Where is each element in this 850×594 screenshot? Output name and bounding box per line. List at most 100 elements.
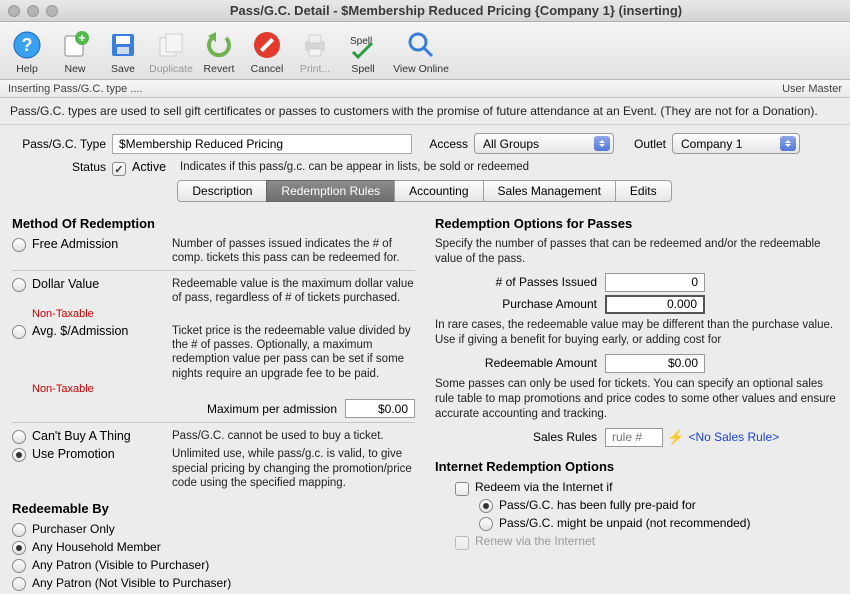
no-sales-rule-link[interactable]: <No Sales Rule> <box>688 430 779 444</box>
info-text: Pass/G.C. types are used to sell gift ce… <box>0 98 850 125</box>
dollar-value-desc: Redeemable value is the maximum dollar v… <box>172 277 415 306</box>
passes-issued-input[interactable] <box>605 273 705 292</box>
svg-text:+: + <box>78 31 85 45</box>
print-button: Print... <box>292 29 338 75</box>
avg-admission-nontax: Non-Taxable <box>32 383 415 395</box>
save-button[interactable]: Save <box>100 29 146 75</box>
dollar-value-nontax: Non-Taxable <box>32 308 415 320</box>
purchase-amount-input[interactable] <box>605 295 705 314</box>
toolbar: ? Help + New Save Duplicate Revert Cance… <box>0 22 850 80</box>
duplicate-icon <box>155 29 187 61</box>
radio-any-household[interactable] <box>12 541 26 555</box>
redemption-options-desc: Specify the number of passes that can be… <box>435 237 838 267</box>
passes-issued-label: # of Passes Issued <box>435 275 605 289</box>
view-online-button[interactable]: View Online <box>388 29 454 75</box>
print-icon <box>299 29 331 61</box>
prepaid-label: Pass/G.C. has been fully pre-paid for <box>499 498 696 512</box>
rare-case-note: In rare cases, the redeemable value may … <box>435 318 838 348</box>
type-label: Pass/G.C. Type <box>12 137 112 151</box>
status-left: Inserting Pass/G.C. type .... <box>8 83 143 95</box>
tab-description[interactable]: Description <box>177 180 267 202</box>
tab-accounting[interactable]: Accounting <box>394 180 483 202</box>
radio-free-admission[interactable] <box>12 238 26 252</box>
tab-edits[interactable]: Edits <box>615 180 672 202</box>
radio-might-be-unpaid[interactable] <box>479 517 493 531</box>
redeemable-amount-input[interactable] <box>605 354 705 373</box>
save-label: Save <box>100 63 146 75</box>
duplicate-label: Duplicate <box>148 63 194 75</box>
status-hint: Indicates if this pass/g.c. can be appea… <box>180 161 529 173</box>
active-checkbox[interactable] <box>112 162 126 176</box>
redeemable-amount-label: Redeemable Amount <box>435 356 605 370</box>
outlet-value: Company 1 <box>681 137 742 151</box>
purchaser-only-label: Purchaser Only <box>32 522 115 536</box>
cancel-button[interactable]: Cancel <box>244 29 290 75</box>
any-patron-visible-label: Any Patron (Visible to Purchaser) <box>32 558 209 572</box>
duplicate-button: Duplicate <box>148 29 194 75</box>
free-admission-desc: Number of passes issued indicates the # … <box>172 237 415 266</box>
new-button[interactable]: + New <box>52 29 98 75</box>
view-online-icon <box>405 29 437 61</box>
status-right: User Master <box>782 83 842 95</box>
status-bar: Inserting Pass/G.C. type .... User Maste… <box>0 80 850 98</box>
chevron-updown-icon <box>594 136 610 151</box>
internet-redemption-title: Internet Redemption Options <box>435 459 838 474</box>
window-title: Pass/G.C. Detail - $Membership Reduced P… <box>70 3 842 18</box>
sales-rules-input[interactable] <box>605 428 663 447</box>
revert-label: Revert <box>196 63 242 75</box>
use-promotion-label: Use Promotion <box>32 447 172 461</box>
cant-buy-label: Can't Buy A Thing <box>32 429 172 443</box>
new-label: New <box>52 63 98 75</box>
active-label: Active <box>132 160 166 174</box>
cancel-icon <box>251 29 283 61</box>
spell-label: Spell <box>340 63 386 75</box>
help-button[interactable]: ? Help <box>4 29 50 75</box>
tab-bar: Description Redemption Rules Accounting … <box>12 180 838 202</box>
tab-redemption-rules[interactable]: Redemption Rules <box>266 180 395 202</box>
access-value: All Groups <box>483 137 539 151</box>
renew-via-internet-label: Renew via the Internet <box>475 534 595 548</box>
dollar-value-label: Dollar Value <box>32 277 172 291</box>
radio-purchaser-only[interactable] <box>12 523 26 537</box>
radio-avg-admission[interactable] <box>12 325 26 339</box>
close-window-button[interactable] <box>8 5 20 17</box>
redeem-via-internet-checkbox[interactable] <box>455 482 469 496</box>
sales-rules-note: Some passes can only be used for tickets… <box>435 377 838 422</box>
avg-admission-label: Avg. $/Admission <box>32 324 172 338</box>
help-icon: ? <box>11 29 43 61</box>
max-per-admission-input[interactable] <box>345 399 415 418</box>
spell-button[interactable]: Spell Spell <box>340 29 386 75</box>
radio-any-patron-visible[interactable] <box>12 559 26 573</box>
tab-sales-management[interactable]: Sales Management <box>483 180 616 202</box>
radio-cant-buy[interactable] <box>12 430 26 444</box>
window-titlebar: Pass/G.C. Detail - $Membership Reduced P… <box>0 0 850 22</box>
revert-button[interactable]: Revert <box>196 29 242 75</box>
method-of-redemption-title: Method Of Redemption <box>12 216 415 231</box>
view-online-label: View Online <box>388 63 454 75</box>
print-label: Print... <box>292 63 338 75</box>
minimize-window-button[interactable] <box>27 5 39 17</box>
save-icon <box>107 29 139 61</box>
chevron-updown-icon <box>780 136 796 151</box>
new-icon: + <box>59 29 91 61</box>
access-label: Access <box>412 137 474 151</box>
revert-icon <box>203 29 235 61</box>
type-input[interactable] <box>112 134 412 154</box>
help-label: Help <box>4 63 50 75</box>
any-household-label: Any Household Member <box>32 540 161 554</box>
bolt-icon[interactable]: ⚡ <box>667 429 684 446</box>
radio-use-promotion[interactable] <box>12 448 26 462</box>
use-promotion-desc: Unlimited use, while pass/g.c. is valid,… <box>172 447 415 490</box>
outlet-select[interactable]: Company 1 <box>672 133 800 154</box>
renew-via-internet-checkbox <box>455 536 469 550</box>
radio-prepaid[interactable] <box>479 499 493 513</box>
any-patron-notvisible-label: Any Patron (Not Visible to Purchaser) <box>32 576 231 590</box>
spell-icon: Spell <box>347 29 379 61</box>
cant-buy-desc: Pass/G.C. cannot be used to buy a ticket… <box>172 429 415 443</box>
access-select[interactable]: All Groups <box>474 133 614 154</box>
avg-admission-desc: Ticket price is the redeemable value div… <box>172 324 415 382</box>
radio-any-patron-notvisible[interactable] <box>12 577 26 591</box>
zoom-window-button[interactable] <box>46 5 58 17</box>
svg-text:?: ? <box>22 35 33 55</box>
radio-dollar-value[interactable] <box>12 278 26 292</box>
